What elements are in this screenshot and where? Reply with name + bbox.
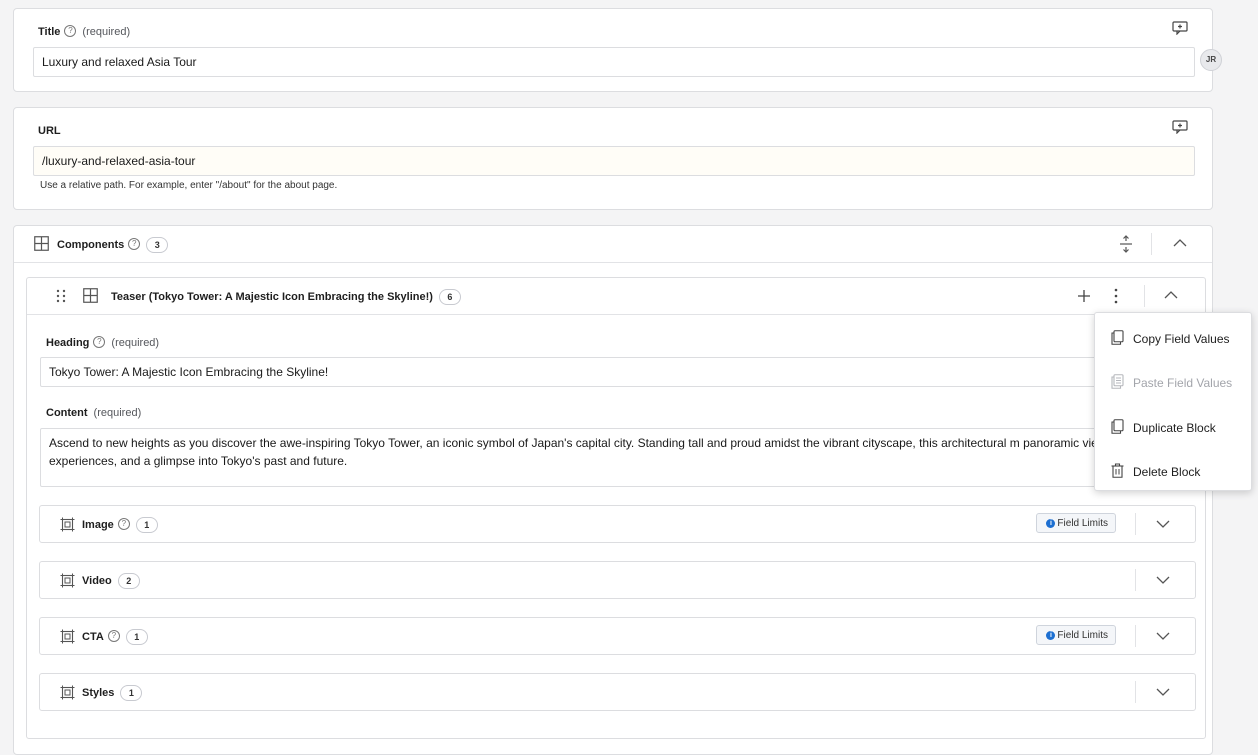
content-label-row: Content (required) <box>46 407 141 419</box>
info-icon: i <box>1046 519 1056 528</box>
field-limits-label: Field Limits <box>1057 630 1108 641</box>
title-label: Title <box>38 26 61 38</box>
heading-label-row: Heading? (required) <box>46 336 160 349</box>
subsection-cta[interactable]: CTA? 1 i Field Limits <box>39 617 1196 655</box>
block-context-menu: Copy Field Values Paste Field Values Dup… <box>1094 312 1252 491</box>
image-block-icon <box>60 517 75 532</box>
subsection-count-badge: 2 <box>117 573 140 589</box>
components-header: Components? 3 <box>14 226 1212 263</box>
grid-icon <box>34 236 49 251</box>
chevron-down-icon[interactable] <box>1156 520 1170 529</box>
subsection-name-row: Styles 1 <box>82 685 143 701</box>
teaser-count-badge: 6 <box>438 289 461 305</box>
heading-label: Heading <box>46 337 90 349</box>
help-icon[interactable]: ? <box>93 336 106 349</box>
menu-item-delete[interactable]: Delete Block <box>1095 456 1251 488</box>
subsection-count-badge: 1 <box>120 685 143 701</box>
subsection-name-row: Image? 1 <box>82 517 158 533</box>
help-icon[interactable]: ? <box>107 630 120 642</box>
styles-block-icon <box>60 685 75 700</box>
subsection-divider <box>1135 625 1136 647</box>
grid-icon <box>83 288 98 303</box>
url-card: URL /luxury-and-relaxed-asia-tour Use a … <box>13 107 1213 210</box>
required-label: (required) <box>82 26 131 38</box>
subsection-name-row: Video 2 <box>82 573 140 589</box>
comment-add-icon[interactable] <box>1172 120 1188 134</box>
menu-item-paste[interactable]: Paste Field Values <box>1095 367 1251 399</box>
menu-item-label: Copy Field Values <box>1133 332 1230 346</box>
title-label-row: Title? (required) <box>38 25 131 38</box>
url-value: /luxury-and-relaxed-asia-tour <box>42 154 196 168</box>
components-count-badge: 3 <box>146 237 169 253</box>
info-icon: i <box>1046 631 1056 640</box>
heading-value: Tokyo Tower: A Majestic Icon Embracing t… <box>49 365 329 379</box>
subsection-image[interactable]: Image? 1 i Field Limits <box>39 505 1196 543</box>
url-help-text: Use a relative path. For example, enter … <box>40 180 338 191</box>
field-limits-button[interactable]: i Field Limits <box>1036 513 1116 533</box>
subsection-styles[interactable]: Styles 1 <box>39 673 1196 711</box>
drag-handle-icon[interactable] <box>56 289 66 303</box>
subsection-count-badge: 1 <box>125 629 148 645</box>
subsection-name: CTA <box>82 630 104 643</box>
title-value: Luxury and relaxed Asia Tour <box>42 55 197 69</box>
more-vertical-icon[interactable] <box>1113 288 1119 304</box>
duplicate-icon <box>1111 419 1124 434</box>
comment-add-icon[interactable] <box>1172 21 1188 35</box>
content-value: Ascend to new heights as you discover th… <box>49 436 1181 468</box>
plus-icon[interactable] <box>1077 289 1091 303</box>
subsection-name: Video <box>82 574 112 587</box>
cta-block-icon <box>60 629 75 644</box>
teaser-title-row: Teaser (Tokyo Tower: A Majestic Icon Emb… <box>111 289 461 305</box>
chevron-down-icon[interactable] <box>1156 688 1170 697</box>
teaser-header-divider <box>1144 285 1145 307</box>
field-limits-button[interactable]: i Field Limits <box>1036 625 1116 645</box>
heading-input[interactable]: Tokyo Tower: A Majestic Icon Embracing t… <box>40 357 1196 387</box>
components-label-row: Components? 3 <box>57 237 169 253</box>
title-card: Title? (required) Luxury and relaxed Asia… <box>13 8 1222 92</box>
menu-item-duplicate[interactable]: Duplicate Block <box>1095 412 1251 444</box>
title-input[interactable]: Luxury and relaxed Asia Tour <box>33 47 1195 77</box>
content-textarea[interactable]: Ascend to new heights as you discover th… <box>40 428 1196 487</box>
content-label: Content <box>46 407 88 419</box>
subsection-name: Styles <box>82 686 115 699</box>
help-icon[interactable]: ? <box>64 25 77 38</box>
paste-icon <box>1111 374 1124 389</box>
subsection-divider <box>1135 681 1136 703</box>
header-divider <box>1151 233 1152 255</box>
avatar-initials: JR <box>1205 55 1217 64</box>
required-label: (required) <box>111 337 160 349</box>
subsection-count-badge: 1 <box>135 517 158 533</box>
chevron-up-icon[interactable] <box>1164 290 1178 299</box>
menu-item-label: Delete Block <box>1133 465 1201 479</box>
chevron-up-icon[interactable] <box>1173 238 1187 247</box>
subsection-name: Image <box>82 518 114 531</box>
chevron-down-icon[interactable] <box>1156 576 1170 585</box>
copy-icon <box>1111 330 1124 345</box>
teaser-header: Teaser (Tokyo Tower: A Majestic Icon Emb… <box>27 278 1205 315</box>
subsection-divider <box>1135 513 1136 535</box>
subsection-video[interactable]: Video 2 <box>39 561 1196 599</box>
menu-item-label: Paste Field Values <box>1133 376 1233 390</box>
help-icon[interactable]: ? <box>128 238 141 250</box>
subsection-name-row: CTA? 1 <box>82 629 148 645</box>
menu-item-copy[interactable]: Copy Field Values <box>1095 323 1251 355</box>
avatar[interactable]: JR <box>1200 49 1222 71</box>
expand-collapse-all-icon[interactable] <box>1118 235 1134 253</box>
field-limits-label: Field Limits <box>1057 518 1108 529</box>
url-label: URL <box>38 125 61 137</box>
help-icon[interactable]: ? <box>117 518 130 530</box>
components-label: Components <box>57 238 125 251</box>
url-input[interactable]: /luxury-and-relaxed-asia-tour <box>33 146 1195 176</box>
menu-item-label: Duplicate Block <box>1133 421 1216 435</box>
teaser-title: Teaser (Tokyo Tower: A Majestic Icon Emb… <box>111 290 433 303</box>
chevron-down-icon[interactable] <box>1156 632 1170 641</box>
video-block-icon <box>60 573 75 588</box>
subsection-divider <box>1135 569 1136 591</box>
required-label: (required) <box>93 407 142 419</box>
trash-icon <box>1111 463 1124 478</box>
